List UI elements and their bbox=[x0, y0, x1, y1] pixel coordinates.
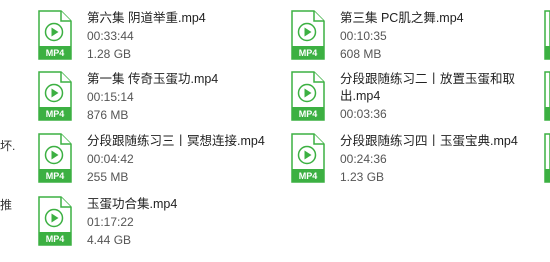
mp4-badge: MP4 bbox=[299, 48, 318, 58]
file-size: 255 MB bbox=[87, 170, 129, 184]
clipped-video-file-icon[interactable] bbox=[544, 71, 550, 121]
file-item[interactable]: MP4 玉蛋功合集.mp4 01:17:22 4.44 GB bbox=[37, 196, 282, 256]
video-file-icon: MP4 bbox=[37, 71, 73, 121]
video-file-icon: MP4 bbox=[290, 10, 326, 60]
file-name: 第三集 PC肌之舞.mp4 bbox=[340, 11, 464, 25]
file-item[interactable]: MP4 第三集 PC肌之舞.mp4 00:10:35 608 MB bbox=[290, 10, 535, 70]
file-item[interactable]: MP4 第一集 传奇玉蛋功.mp4 00:15:14 876 MB bbox=[37, 71, 282, 131]
file-size: 4.44 GB bbox=[87, 233, 132, 247]
file-size: 608 MB bbox=[340, 47, 382, 61]
file-size: 876 MB bbox=[87, 108, 129, 122]
file-item[interactable]: MP4 分段跟随练习二丨放置玉蛋和取出.mp4 00:03:36 bbox=[290, 71, 535, 131]
file-size: 1.28 GB bbox=[87, 47, 132, 61]
video-file-icon: MP4 bbox=[37, 133, 73, 183]
file-duration: 01:17:22 bbox=[87, 215, 134, 229]
file-item[interactable]: MP4 分段跟随练习三丨冥想连接.mp4 00:04:42 255 MB bbox=[37, 133, 282, 193]
file-duration: 00:15:14 bbox=[87, 90, 134, 104]
file-duration: 00:24:36 bbox=[340, 152, 387, 166]
file-duration: 00:10:35 bbox=[340, 29, 387, 43]
file-duration: 00:03:36 bbox=[340, 107, 387, 121]
video-file-icon: MP4 bbox=[37, 196, 73, 246]
clipped-text-fragment: 坏. bbox=[0, 139, 16, 153]
file-item[interactable]: MP4 第六集 阴道举重.mp4 00:33:44 1.28 GB bbox=[37, 10, 282, 70]
file-name: 第六集 阴道举重.mp4 bbox=[87, 11, 206, 25]
file-name: 玉蛋功合集.mp4 bbox=[87, 197, 178, 211]
mp4-badge: MP4 bbox=[299, 171, 318, 181]
video-file-icon: MP4 bbox=[290, 71, 326, 121]
file-name: 第一集 传奇玉蛋功.mp4 bbox=[87, 72, 219, 86]
file-name: 分段跟随练习三丨冥想连接.mp4 bbox=[87, 134, 265, 148]
file-item[interactable]: MP4 分段跟随练习四丨玉蛋宝典.mp4 00:24:36 1.23 GB bbox=[290, 133, 535, 193]
mp4-badge: MP4 bbox=[46, 234, 65, 244]
mp4-badge: MP4 bbox=[46, 171, 65, 181]
clipped-text-fragment: 推 bbox=[0, 198, 13, 212]
mp4-badge: MP4 bbox=[46, 48, 65, 58]
file-duration: 00:33:44 bbox=[87, 29, 134, 43]
video-file-icon: MP4 bbox=[37, 10, 73, 60]
file-browser-grid: 坏. 推 MP4 第六集 阴道举重.mp4 00:33:44 1.28 GB M… bbox=[0, 0, 550, 262]
clipped-video-file-icon[interactable] bbox=[544, 10, 550, 60]
mp4-badge: MP4 bbox=[46, 109, 65, 119]
mp4-badge: MP4 bbox=[299, 109, 318, 119]
file-name: 分段跟随练习二丨放置玉蛋和取出.mp4 bbox=[340, 72, 516, 103]
file-size: 1.23 GB bbox=[340, 170, 385, 184]
file-name: 分段跟随练习四丨玉蛋宝典.mp4 bbox=[340, 134, 518, 148]
clipped-video-file-icon[interactable] bbox=[544, 133, 550, 183]
video-file-icon: MP4 bbox=[290, 133, 326, 183]
file-duration: 00:04:42 bbox=[87, 152, 134, 166]
